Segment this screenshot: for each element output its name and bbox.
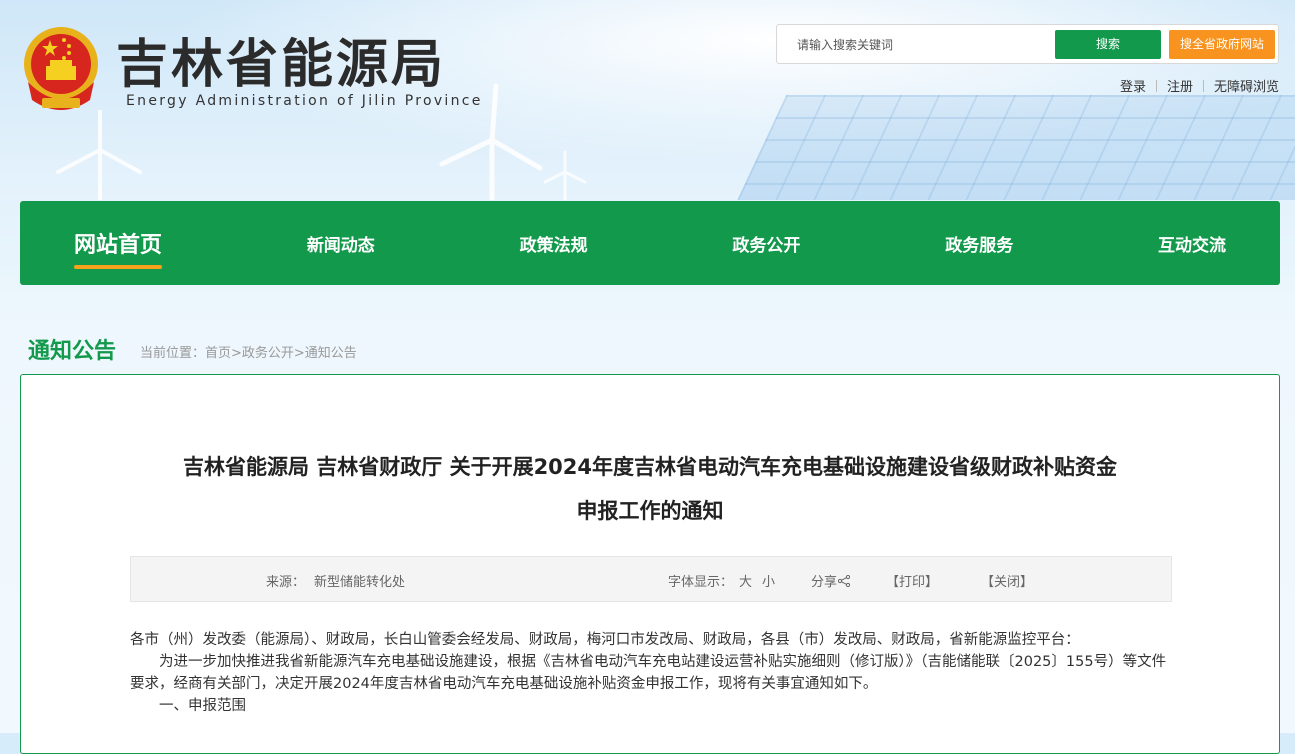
link-divider — [1155, 79, 1157, 92]
article-panel: 吉林省能源局 吉林省财政厅 关于开展2024年度吉林省电动汽车充电基础设施建设省… — [20, 374, 1280, 754]
site-subtitle: Energy Administration of Jilin Province — [126, 93, 483, 109]
search-input[interactable] — [795, 33, 1059, 57]
user-links: 登录 注册 无障碍浏览 — [1120, 76, 1279, 95]
source-value: 新型储能转化处 — [314, 575, 406, 590]
wind-turbine-decoration — [56, 110, 142, 200]
article-section-heading: 一、申报范围 — [159, 698, 246, 714]
main-nav: 网站首页 新闻动态 政策法规 政务公开 政务服务 互动交流 — [20, 201, 1280, 285]
article-title: 吉林省能源局 吉林省财政厅 关于开展2024年度吉林省电动汽车充电基础设施建设省… — [121, 445, 1179, 533]
share-icon — [837, 574, 851, 588]
breadcrumb: 当前位置：首页>政务公开>通知公告 — [140, 346, 357, 361]
share-button[interactable]: 分享 — [811, 571, 851, 590]
site-title: 吉林省能源局 — [116, 34, 447, 95]
article-title-line: 申报工作的通知 — [576, 499, 724, 523]
wind-turbine-decoration — [543, 150, 587, 200]
share-label: 分享 — [811, 575, 838, 590]
source-label: 来源： — [266, 575, 306, 590]
article-body: 各市（州）发改委（能源局）、财政局，长白山管委会经发局、财政局，梅河口市发改局、… — [130, 629, 1180, 717]
article-title-line: 吉林省能源局 吉林省财政厅 关于开展2024年度吉林省电动汽车充电基础设施建设省… — [182, 455, 1118, 479]
link-divider — [1202, 79, 1204, 92]
accessibility-link[interactable]: 无障碍浏览 — [1214, 76, 1279, 95]
article-paragraph: 为进一步加快推进我省新能源汽车充电基础设施建设，根据《吉林省电动汽车充电站建设运… — [130, 654, 1167, 692]
font-small-button[interactable]: 小 — [762, 571, 775, 590]
national-emblem-icon — [24, 27, 98, 110]
font-size-label: 字体显示： — [668, 575, 734, 590]
search-box: 搜索 搜全省政府网站 — [776, 24, 1279, 64]
section-title: 通知公告 — [28, 339, 117, 364]
font-large-button[interactable]: 大 — [739, 571, 752, 590]
nav-item-interaction[interactable]: 互动交流 — [1158, 231, 1226, 256]
nav-item-news[interactable]: 新闻动态 — [307, 231, 375, 256]
solar-panel-decoration — [735, 95, 1295, 200]
search-button[interactable]: 搜索 — [1055, 30, 1161, 59]
nav-item-policies[interactable]: 政策法规 — [520, 231, 588, 256]
article-paragraph: 各市（州）发改委（能源局）、财政局，长白山管委会经发局、财政局，梅河口市发改局、… — [130, 632, 1080, 648]
print-button[interactable]: 【打印】 — [886, 571, 938, 590]
login-link[interactable]: 登录 — [1120, 76, 1146, 95]
close-button[interactable]: 【关闭】 — [981, 571, 1033, 590]
nav-item-government-services[interactable]: 政务服务 — [945, 231, 1013, 256]
register-link[interactable]: 注册 — [1167, 76, 1193, 95]
search-all-gov-sites-button[interactable]: 搜全省政府网站 — [1169, 30, 1275, 59]
nav-item-home[interactable]: 网站首页 — [74, 227, 163, 269]
site-header: 吉林省能源局 Energy Administration of Jilin Pr… — [0, 0, 1295, 200]
article-meta-bar: 来源： 新型储能转化处 字体显示： 大 小 分享 【打印】 【关闭】 — [130, 556, 1172, 602]
nav-item-government-affairs[interactable]: 政务公开 — [732, 231, 800, 256]
